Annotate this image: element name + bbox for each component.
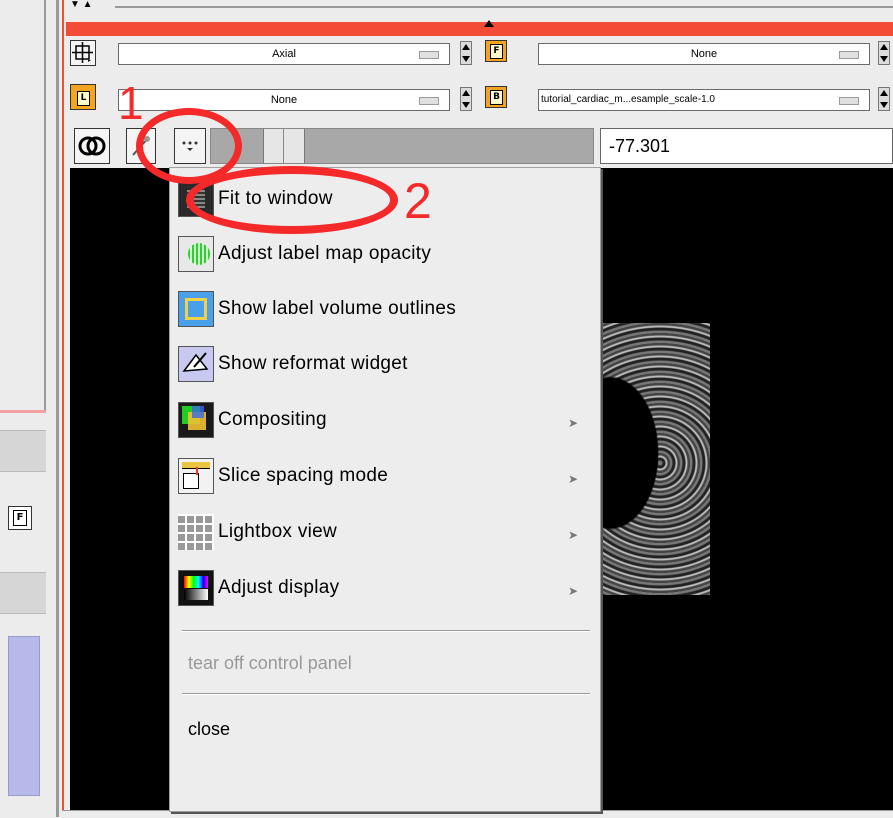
link-icon[interactable]	[74, 128, 110, 164]
menu-item-label: Adjust display	[218, 577, 340, 598]
foreground-badge: F	[490, 44, 503, 59]
menu-item-compositing[interactable]: Compositing ➤	[178, 402, 588, 438]
background-layer-button[interactable]: B	[485, 86, 507, 108]
menu-item-label-opacity[interactable]: Adjust label map opacity	[178, 236, 588, 272]
label-value: None	[270, 94, 298, 106]
label-opacity-icon	[178, 236, 214, 272]
menu-item-label: Adjust label map opacity	[218, 243, 432, 264]
submenu-arrow-icon: ➤	[567, 584, 578, 598]
background-select[interactable]: tutorial_cardiac_m...esample_scale-1.0	[538, 89, 870, 111]
expand-arrow-icon[interactable]	[484, 20, 494, 27]
annotation-ring-2	[186, 166, 398, 234]
foreground-spinner[interactable]	[878, 41, 890, 65]
orientation-select[interactable]: Axial	[118, 43, 450, 65]
crosshair-icon[interactable]	[70, 40, 96, 66]
panel-separator[interactable]	[56, 0, 59, 817]
foreground-layer-button[interactable]: F	[485, 40, 507, 62]
menu-item-label-outlines[interactable]: Show label volume outlines	[178, 291, 588, 327]
label-outlines-icon	[178, 291, 214, 327]
mri-slice-image	[600, 323, 710, 595]
submenu-arrow-icon: ➤	[567, 472, 578, 486]
menu-separator	[182, 630, 590, 632]
dropdown-toggle[interactable]	[419, 97, 439, 105]
left-divider-red	[0, 410, 46, 413]
adjust-display-icon	[178, 570, 214, 606]
slice-offset-value: -77.301	[609, 136, 671, 156]
menu-item-label: Compositing	[218, 409, 327, 430]
menu-item-slice-spacing[interactable]: Slice spacing mode ➤	[178, 458, 588, 494]
menu-item-reformat-widget[interactable]: Show reformat widget	[178, 346, 588, 382]
orientation-spinner[interactable]	[460, 41, 472, 65]
left-lavender-panel	[8, 636, 40, 796]
dropdown-toggle[interactable]	[419, 51, 439, 59]
label-spinner[interactable]	[460, 87, 472, 111]
annotation-number-1: 1	[118, 77, 144, 129]
left-section-header[interactable]	[0, 430, 46, 472]
background-spinner[interactable]	[878, 87, 890, 111]
dropdown-toggle[interactable]	[839, 51, 859, 59]
top-thin-bar	[115, 6, 893, 8]
label-layer-button[interactable]: L	[70, 84, 96, 110]
dropdown-toggle[interactable]	[839, 97, 859, 105]
reformat-widget-icon	[178, 346, 214, 382]
side-badge: F	[13, 510, 27, 526]
left-side-button[interactable]: F	[8, 506, 32, 530]
menu-item-label: Slice spacing mode	[218, 465, 389, 486]
options-popup-menu: Fit to window Adjust label map opacity S…	[169, 167, 601, 812]
background-badge: B	[490, 90, 503, 105]
foreground-value: None	[690, 48, 718, 60]
label-badge: L	[77, 91, 90, 106]
menu-item-label: Lightbox view	[218, 521, 338, 542]
submenu-arrow-icon: ➤	[567, 528, 578, 542]
compositing-icon	[178, 402, 214, 438]
left-section-header-2[interactable]	[0, 572, 46, 614]
slice-bar-red[interactable]	[66, 20, 893, 36]
lightbox-icon	[178, 514, 214, 550]
left-panel-border	[44, 0, 46, 410]
menu-separator	[182, 693, 590, 695]
tear-off-control-panel[interactable]: tear off control panel	[188, 653, 352, 674]
collapse-arrows[interactable]: ▼ ▲	[70, 0, 110, 12]
slice-slider[interactable]	[210, 128, 594, 164]
menu-item-lightbox[interactable]: Lightbox view ➤	[178, 514, 588, 550]
close-menu-item[interactable]: close	[188, 719, 230, 740]
orientation-value: Axial	[272, 48, 296, 60]
menu-item-label: Show label volume outlines	[218, 298, 457, 319]
slice-spacing-icon	[178, 458, 214, 494]
submenu-arrow-icon: ➤	[567, 416, 578, 430]
foreground-select[interactable]: None	[538, 43, 870, 65]
slider-handle[interactable]	[263, 129, 305, 163]
background-value: tutorial_cardiac_m...esample_scale-1.0	[541, 94, 715, 105]
menu-item-label: Show reformat widget	[218, 353, 408, 374]
label-select[interactable]: None	[118, 89, 450, 111]
menu-item-adjust-display[interactable]: Adjust display ➤	[178, 570, 588, 606]
slice-offset-field[interactable]: -77.301	[600, 128, 893, 164]
annotation-number-2: 2	[404, 173, 432, 229]
